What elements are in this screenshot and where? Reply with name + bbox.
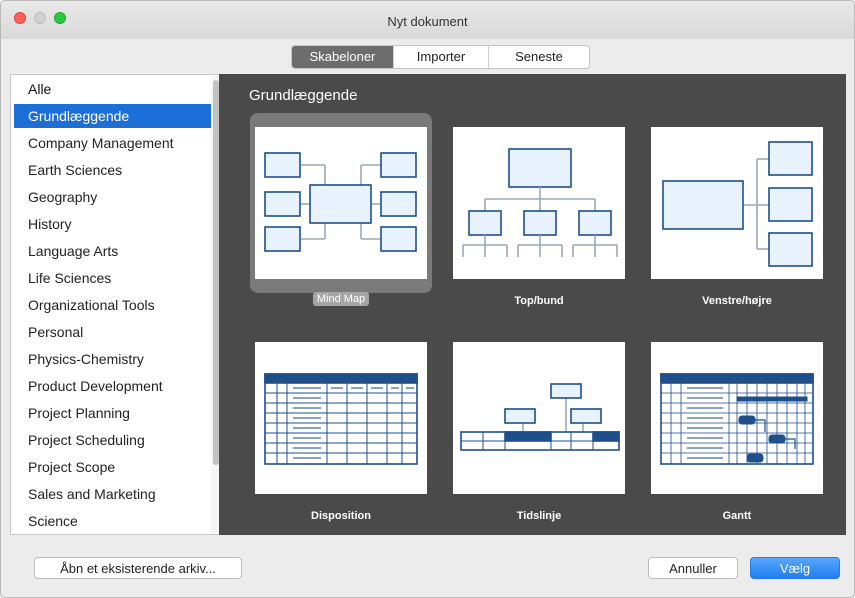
top-bottom-preview-icon [462,148,618,257]
tab-import[interactable]: Importer [393,46,488,68]
source-tabs: Skabeloner Importer Seneste [291,45,590,69]
template-gantt[interactable] [651,342,823,494]
tab-templates[interactable]: Skabeloner [292,46,393,68]
template-left-right[interactable] [651,127,823,279]
timeline-preview-icon [460,383,620,451]
window-title: Nyt dokument [387,14,468,29]
timeline-label: Tidslinje [516,510,562,522]
sidebar-item-project-planning[interactable]: Project Planning [11,401,203,425]
sidebar-item-product-development[interactable]: Product Development [11,374,203,398]
template-disposition[interactable] [255,342,427,494]
sidebar-scrollbar[interactable] [211,75,219,534]
sidebar-item-history[interactable]: History [11,212,203,236]
sidebar-item-earth-sciences[interactable]: Earth Sciences [11,158,203,182]
sidebar-item-grundlaeggende[interactable]: Grundlæggende [14,104,211,128]
sidebar-item-life-sciences[interactable]: Life Sciences [11,266,203,290]
left-right-preview-icon [662,141,813,267]
disposition-label: Disposition [311,510,371,522]
sidebar-item-language-arts[interactable]: Language Arts [11,239,203,263]
sidebar-item-project-scheduling[interactable]: Project Scheduling [11,428,203,452]
template-mind-map[interactable] [255,127,427,279]
sidebar-item-organizational-tools[interactable]: Organizational Tools [11,293,203,317]
template-top-bottom[interactable] [453,127,625,279]
template-timeline[interactable] [453,342,625,494]
sidebar-item-sales-and-marketing[interactable]: Sales and Marketing [11,482,203,506]
sidebar-item-science[interactable]: Science [11,509,203,533]
disposition-preview-icon [264,373,418,465]
sidebar-item-personal[interactable]: Personal [11,320,203,344]
mind-map-preview-icon [264,152,417,252]
sidebar-item-company-management[interactable]: Company Management [11,131,203,155]
top-bottom-label: Top/bund [514,295,564,307]
sidebar-item-project-scope[interactable]: Project Scope [11,455,203,479]
sidebar-item-alle[interactable]: Alle [11,77,203,101]
left-right-label: Venstre/højre [702,295,772,307]
new-document-window: Nyt dokument Skabeloner Importer Seneste… [0,0,855,598]
sidebar-item-geography[interactable]: Geography [11,185,203,209]
open-existing-file-button[interactable]: Åbn et eksisterende arkiv... [34,557,242,579]
gantt-label: Gantt [722,510,752,522]
sidebar-item-physics-chemistry[interactable]: Physics-Chemistry [11,347,203,371]
choose-button[interactable]: Vælg [750,557,840,579]
category-sidebar: Alle Grundlæggende Company Management Ea… [10,74,219,535]
gallery-title: Grundlæggende [249,87,358,104]
template-gallery: Grundlæggende Mind Map Top/bund Venstre/… [219,74,846,535]
tab-recent[interactable]: Seneste [488,46,589,68]
template-caption: Mind Map [255,292,427,306]
gantt-preview-icon [660,373,814,465]
title-bar: Nyt dokument [1,1,854,39]
mind-map-label: Mind Map [312,292,370,306]
cancel-button[interactable]: Annuller [648,557,738,579]
